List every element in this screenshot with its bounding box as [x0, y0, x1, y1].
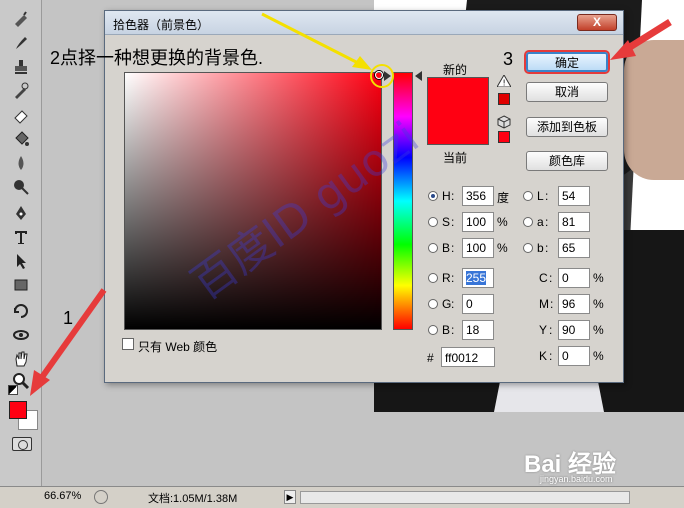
web-safe-cube-icon[interactable] [497, 115, 511, 129]
step-3-label: 3 [503, 49, 514, 69]
l-label: L [537, 189, 544, 203]
b-lab-radio[interactable] [523, 243, 533, 253]
hue-highlight-circle [370, 64, 394, 88]
status-menu-arrow-icon[interactable]: ▶ [284, 490, 296, 504]
document-info: 文档:1.05M/1.38M [148, 493, 238, 505]
r-radio[interactable] [428, 273, 438, 283]
s-unit: % [497, 215, 508, 229]
step-2-instruction: 2点择一种想更换的背景色. [50, 48, 264, 68]
m-field[interactable]: 96 [558, 294, 590, 314]
web-colors-only-label: 只有 Web 颜色 [138, 340, 218, 354]
3d-rotate-icon[interactable] [9, 300, 33, 322]
b-rgb-radio[interactable] [428, 325, 438, 335]
color-field[interactable] [124, 72, 382, 330]
l-radio[interactable] [523, 191, 533, 201]
g-radio[interactable] [428, 299, 438, 309]
h-label: H [442, 189, 451, 203]
hue-slider-handle-right-icon[interactable] [415, 71, 422, 81]
3d-orbit-icon[interactable] [9, 324, 33, 346]
y-label: Y [539, 323, 548, 337]
hue-slider[interactable] [393, 72, 413, 330]
close-button[interactable]: X [577, 14, 617, 31]
web-colors-only-checkbox[interactable] [122, 338, 134, 350]
c-field[interactable]: 0 [558, 268, 590, 288]
eraser-icon[interactable] [9, 104, 33, 126]
quick-mask-button[interactable] [12, 437, 32, 451]
hex-label: # [427, 351, 434, 365]
current-color-label: 当前 [443, 151, 468, 165]
k-label: K [539, 349, 548, 363]
k-unit: % [593, 349, 604, 363]
dialog-titlebar[interactable]: 拾色器（前景色） X [105, 11, 623, 35]
y-field[interactable]: 90 [558, 320, 590, 340]
dodge-icon[interactable] [9, 176, 33, 198]
horizontal-scrollbar[interactable] [300, 491, 630, 504]
c-label: C [539, 271, 548, 285]
cancel-button[interactable]: 取消 [526, 82, 608, 102]
stamp-icon[interactable] [9, 56, 33, 78]
history-brush-icon[interactable] [9, 80, 33, 102]
step-1-label: 1 [63, 308, 74, 328]
b-rgb-field[interactable]: 18 [462, 320, 494, 340]
photo-face [624, 40, 684, 180]
b-lab-label: b [537, 241, 544, 255]
add-to-swatches-button[interactable]: 添加到色板 [526, 117, 608, 137]
h-unit: 度 [497, 191, 510, 205]
g-field[interactable]: 0 [462, 294, 494, 314]
b-hsb-label: B [442, 241, 451, 255]
s-radio[interactable] [428, 217, 438, 227]
s-label: S [442, 215, 451, 229]
b-hsb-unit: % [497, 241, 508, 255]
hand-icon[interactable] [9, 348, 33, 370]
svg-text:!: ! [503, 79, 506, 88]
color-libraries-button[interactable]: 颜色库 [526, 151, 608, 171]
b-rgb-label: B [442, 323, 451, 337]
hex-field[interactable]: ff0012 [441, 347, 495, 367]
y-unit: % [593, 323, 604, 337]
a-label: a [537, 215, 544, 229]
gamut-color-swatch[interactable] [498, 93, 510, 105]
l-field[interactable]: 54 [558, 186, 590, 206]
default-colors-icon[interactable] [8, 385, 18, 395]
dialog-title: 拾色器（前景色） [113, 18, 210, 32]
pen-icon[interactable] [9, 202, 33, 224]
tools-panel [0, 0, 42, 486]
b-hsb-field[interactable]: 100 [462, 238, 494, 258]
healing-brush-icon[interactable] [9, 8, 33, 30]
a-radio[interactable] [523, 217, 533, 227]
paint-bucket-icon[interactable] [9, 128, 33, 150]
blur-icon[interactable] [9, 152, 33, 174]
web-safe-color-swatch[interactable] [498, 131, 510, 143]
r-label: R [442, 271, 451, 285]
g-label: G [442, 297, 452, 311]
b-lab-field[interactable]: 65 [558, 238, 590, 258]
brush-icon[interactable] [9, 32, 33, 54]
m-unit: % [593, 297, 604, 311]
zoom-level[interactable]: 66.67% [44, 490, 81, 502]
out-of-gamut-warning-icon[interactable]: ! [497, 75, 511, 87]
s-field[interactable]: 100 [462, 212, 494, 232]
k-field[interactable]: 0 [558, 346, 590, 366]
h-field[interactable]: 356 [462, 186, 494, 206]
status-bar: 66.67% 文档:1.05M/1.38M ▶ [0, 486, 684, 508]
path-select-icon[interactable] [9, 250, 33, 272]
baidu-url: jingyan.baidu.com [540, 474, 613, 484]
type-icon[interactable] [9, 226, 33, 248]
shape-icon[interactable] [9, 274, 33, 296]
c-unit: % [593, 271, 604, 285]
ok-button[interactable]: 确定 [526, 52, 608, 72]
r-field[interactable]: 255 [462, 268, 494, 288]
new-color-swatch [427, 77, 489, 145]
h-radio[interactable] [428, 191, 438, 201]
foreground-color-swatch[interactable] [9, 401, 27, 419]
m-label: M [539, 297, 549, 311]
new-color-label: 新的 [443, 63, 468, 77]
status-info-icon[interactable] [94, 490, 108, 504]
b-hsb-radio[interactable] [428, 243, 438, 253]
r-field-value: 255 [466, 271, 487, 285]
a-field[interactable]: 81 [558, 212, 590, 232]
